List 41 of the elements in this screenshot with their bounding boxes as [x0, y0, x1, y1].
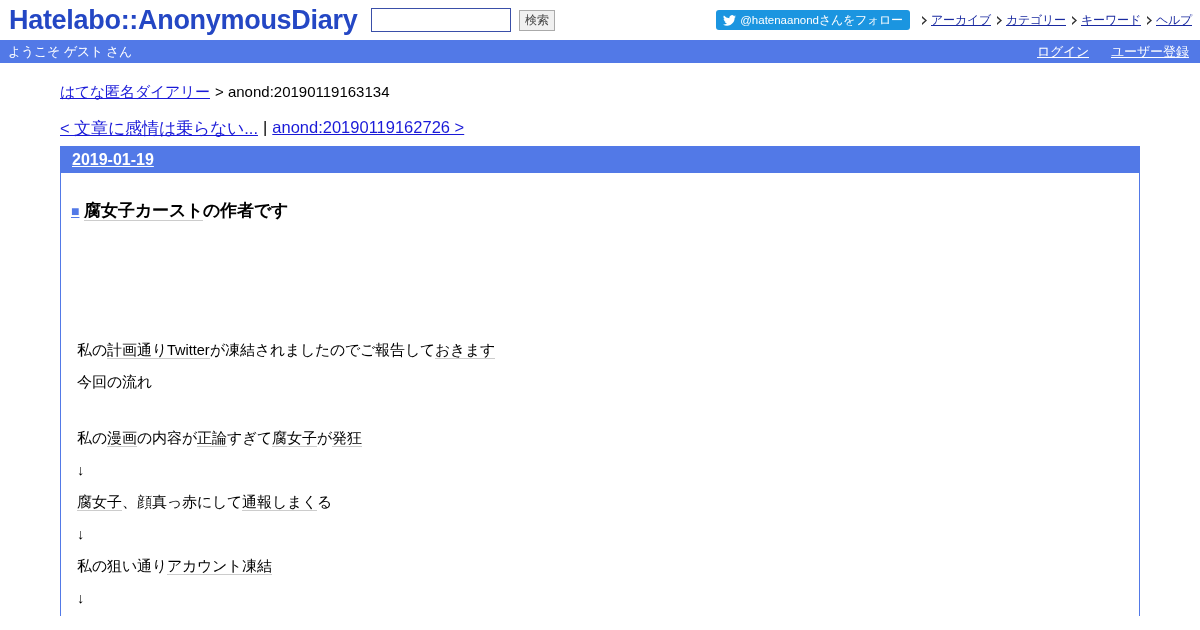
body-text: 私の狙い通り アカウント凍結: [77, 558, 272, 575]
arrow-icon: [1147, 15, 1153, 25]
keyword-link[interactable]: 腐女子: [272, 430, 317, 447]
site-logo[interactable]: Hatelabo::AnonymousDiary: [9, 4, 358, 36]
arrow-icon: [922, 15, 928, 25]
body-text: ↓: [77, 526, 85, 542]
keyword-link[interactable]: 腐女子: [77, 494, 122, 511]
entry-title: 腐女子カーストの作者です: [84, 200, 289, 222]
arrow-icon: [997, 15, 1003, 25]
body-text: 今回の流れ: [77, 374, 152, 390]
nav-link[interactable]: アーカイブ: [931, 11, 991, 29]
keyword-link[interactable]: アカウント凍結: [167, 558, 272, 575]
body-text: ↓: [77, 590, 85, 606]
body-text: ↓: [77, 462, 85, 478]
separator-text: |: [263, 118, 268, 138]
bird-icon: [723, 14, 737, 26]
next-link[interactable]: anond:20190119162726 >: [272, 118, 465, 140]
body-text: 私の漫画の内容が正論すぎて腐女子が発狂: [77, 430, 362, 447]
account-link[interactable]: ログイン: [1037, 42, 1089, 61]
welcome-text: ようこそ ゲスト さん: [8, 42, 133, 61]
keyword-link[interactable]: 通報しまく: [242, 494, 317, 511]
search-field[interactable]: [371, 8, 512, 32]
date-link[interactable]: 2019-01-19: [72, 151, 154, 169]
nav-link[interactable]: ヘルプ: [1156, 11, 1192, 29]
keyword-link[interactable]: 漫画: [107, 430, 137, 447]
previous-link[interactable]: < 文章に感情は乗らない...: [60, 118, 258, 140]
search-button[interactable]: 検索: [519, 9, 556, 31]
keyword-link[interactable]: おきます: [434, 342, 495, 359]
arrow-icon: [1072, 15, 1078, 25]
keyword-link[interactable]: 腐女子カースト: [84, 201, 204, 221]
body-text: 腐女子、顔真っ赤にして通報しまく る: [77, 494, 332, 511]
keyword-link[interactable]: 正論: [197, 430, 227, 447]
permalink-mark[interactable]: ■: [71, 202, 80, 219]
breadcrumb-link[interactable]: はてな匿名ダイアリー: [60, 83, 210, 102]
nav-link[interactable]: カテゴリー: [1006, 11, 1066, 29]
account-link[interactable]: ユーザー登録: [1111, 42, 1189, 61]
breadcrumb-current: > anond:20190119163134: [215, 83, 390, 102]
keyword-link[interactable]: 計画通りTwitter: [107, 342, 210, 359]
nav-link[interactable]: キーワード: [1081, 11, 1141, 29]
keyword-link[interactable]: 発狂: [332, 430, 362, 447]
body-text: 私の計画通りTwitterが凍結されましたのでご報告して おきます: [77, 342, 495, 359]
